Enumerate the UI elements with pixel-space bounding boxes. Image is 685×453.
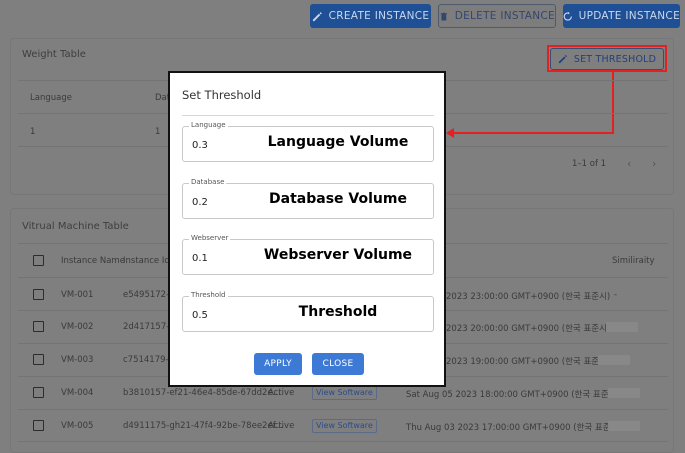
vm-name: VM-001 (61, 290, 94, 300)
threshold-field[interactable]: Threshold 0.5 Threshold (182, 291, 434, 332)
vm-col-similarity: Similiraity (612, 256, 655, 266)
similarity-redacted (606, 322, 638, 332)
vm-date: Sat Aug 05 2023 18:00:00 GMT+0900 (한국 표준… (406, 390, 620, 400)
language-field[interactable]: Language 0.3 Language Volume (182, 121, 434, 162)
update-instance-label: UPDATE INSTANCE (578, 10, 680, 22)
pagination-text: 1–1 of 1 (572, 159, 607, 169)
refresh-icon (563, 11, 572, 21)
row-divider (18, 441, 668, 442)
vm-id: d4911175-gh21-47f4-92be-78ee2ef... (123, 421, 284, 431)
create-instance-label: CREATE INSTANCE (328, 10, 430, 22)
language-volume-annotation: Language Volume (267, 134, 409, 150)
vm-date: Thu Aug 03 2023 17:00:00 GMT+0900 (한국 표준… (406, 423, 622, 433)
vm-date: 2023 19:00:00 GMT+0900 (한국 표준시) (446, 357, 611, 367)
chevron-left-icon[interactable]: ‹ (627, 157, 631, 170)
pencil-icon (312, 11, 322, 21)
vm-name: VM-003 (61, 355, 94, 365)
webserver-field[interactable]: Webserver 0.1 Webserver Volume (182, 234, 434, 275)
weight-table-title: Weight Table (22, 49, 86, 60)
trash-icon (440, 11, 448, 21)
vm-date: 2023 20:00:00 GMT+0900 (한국 표준시) (446, 324, 611, 334)
row-divider (18, 409, 668, 410)
vm-date: 2023 23:00:00 GMT+0900 (한국 표준시) (446, 292, 611, 302)
vm-status: Active (268, 388, 295, 398)
view-software-button[interactable]: View Software (312, 419, 377, 433)
weight-col-language: Language (30, 93, 72, 103)
vm-name: VM-002 (61, 322, 94, 332)
database-field[interactable]: Database 0.2 Database Volume (182, 178, 434, 219)
webserver-field-label: Webserver (189, 234, 231, 242)
weight-cell-language: 1 (30, 127, 36, 137)
vm-col-id: Instance Id (123, 256, 170, 266)
vm-col-name: Instance Name (61, 256, 125, 266)
row-checkbox[interactable] (33, 321, 44, 332)
chevron-right-icon[interactable]: › (652, 157, 656, 170)
highlight-connector-vertical (612, 72, 614, 134)
highlight-connector-horizontal (452, 132, 614, 134)
database-volume-annotation: Database Volume (269, 191, 407, 207)
vm-status: Active (268, 421, 295, 431)
similarity-redacted (608, 388, 640, 398)
language-field-label: Language (189, 121, 228, 129)
vm-similarity: - (614, 290, 618, 300)
dialog-divider (182, 115, 434, 116)
row-checkbox[interactable] (33, 387, 44, 398)
delete-instance-button[interactable]: DELETE INSTANCE (438, 4, 556, 28)
dialog-title: Set Threshold (182, 88, 262, 102)
similarity-redacted (598, 355, 630, 365)
view-software-button[interactable]: View Software (312, 386, 377, 400)
vm-table-title: Vitrual Machine Table (22, 221, 129, 232)
threshold-field-label: Threshold (189, 291, 228, 299)
select-all-checkbox[interactable] (33, 255, 44, 266)
similarity-redacted (608, 421, 640, 431)
vm-id: b3810157-ef21-46e4-85de-67dd2e... (123, 388, 281, 398)
arrow-left-icon (446, 128, 454, 138)
vm-name: VM-005 (61, 421, 94, 431)
database-field-label: Database (189, 178, 227, 186)
highlight-box (547, 45, 667, 72)
update-instance-button[interactable]: UPDATE INSTANCE (563, 4, 680, 28)
apply-button[interactable]: APPLY (254, 353, 302, 375)
close-button[interactable]: CLOSE (312, 353, 364, 375)
threshold-annotation: Threshold (298, 304, 378, 320)
weight-cell-database: 1 (155, 127, 161, 137)
row-checkbox[interactable] (33, 354, 44, 365)
webserver-volume-annotation: Webserver Volume (263, 247, 413, 263)
delete-instance-label: DELETE INSTANCE (454, 10, 555, 22)
row-checkbox[interactable] (33, 289, 44, 300)
vm-name: VM-004 (61, 388, 94, 398)
create-instance-button[interactable]: CREATE INSTANCE (310, 4, 431, 28)
row-checkbox[interactable] (33, 420, 44, 431)
set-threshold-dialog: Set Threshold Language 0.3 Language Volu… (168, 71, 446, 387)
